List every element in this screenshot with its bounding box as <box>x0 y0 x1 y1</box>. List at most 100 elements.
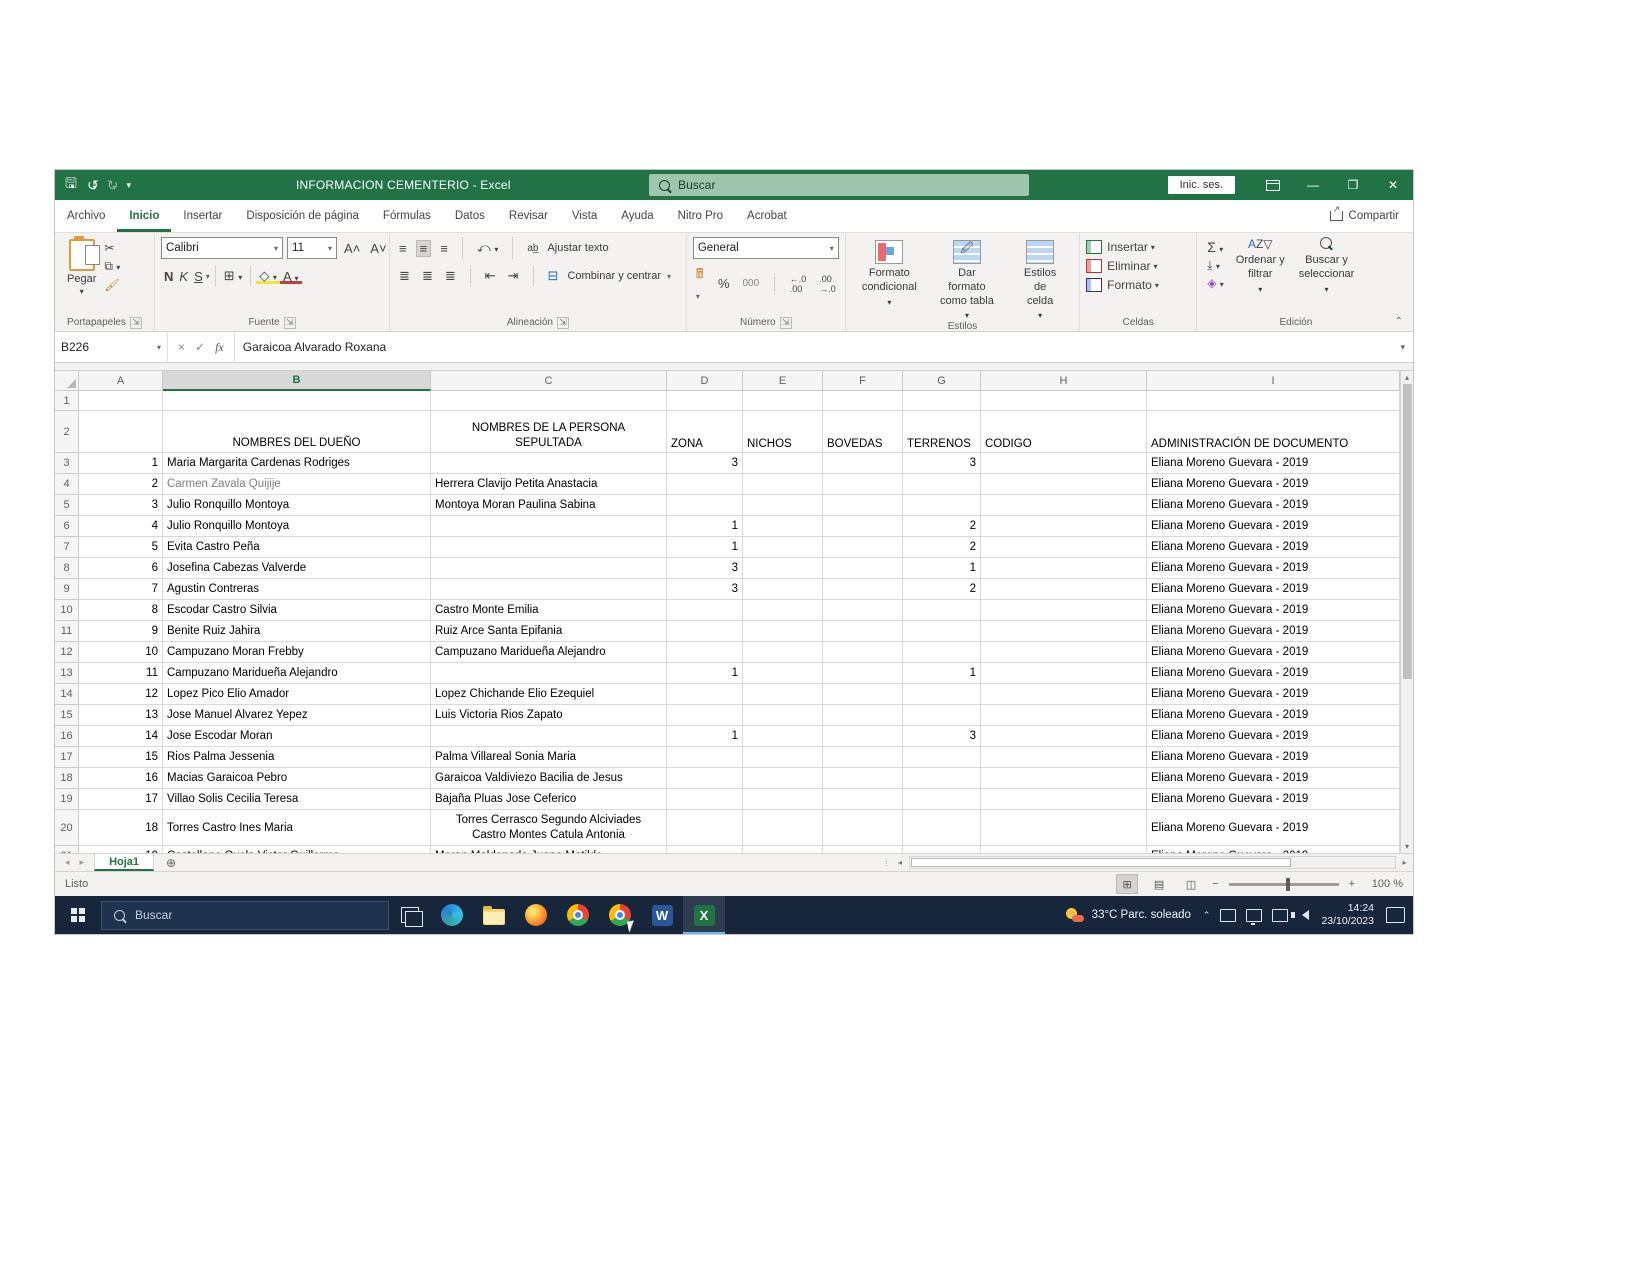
cell-H1[interactable] <box>981 391 1147 411</box>
network-icon[interactable] <box>1272 909 1288 922</box>
cell-E14[interactable] <box>743 684 823 705</box>
cell-C8[interactable] <box>431 558 667 579</box>
cell-B16[interactable]: Jose Escodar Moran <box>163 726 431 747</box>
italic-button[interactable]: K <box>176 269 191 284</box>
cell-H15[interactable] <box>981 705 1147 726</box>
cell-D7[interactable]: 1 <box>667 537 743 558</box>
cell-H10[interactable] <box>981 600 1147 621</box>
ribbon-tab-vista[interactable]: Vista <box>560 200 609 232</box>
row-header-19[interactable]: 19 <box>55 789 79 810</box>
cell-E1[interactable] <box>743 391 823 411</box>
cell-C6[interactable] <box>431 516 667 537</box>
percent-icon[interactable]: % <box>715 276 733 291</box>
row-header-14[interactable]: 14 <box>55 684 79 705</box>
cell-H2[interactable]: CODIGO <box>981 411 1147 453</box>
tab-splitter-handle[interactable]: ⁞ <box>881 858 892 868</box>
wrap-text-label[interactable]: Ajustar texto <box>547 242 608 254</box>
zoom-slider[interactable] <box>1229 883 1339 886</box>
cell-D20[interactable] <box>667 810 743 846</box>
cell-E19[interactable] <box>743 789 823 810</box>
cell-E6[interactable] <box>743 516 823 537</box>
cut-icon[interactable]: ✂ <box>104 241 120 255</box>
cell-A8[interactable]: 6 <box>79 558 163 579</box>
cell-H17[interactable] <box>981 747 1147 768</box>
vertical-scroll-thumb[interactable] <box>1403 384 1412 679</box>
cell-G9[interactable]: 2 <box>903 579 981 600</box>
zoom-level[interactable]: 100 % <box>1365 878 1403 890</box>
delete-cells-button[interactable]: Eliminar▾ <box>1086 259 1157 273</box>
volume-icon[interactable] <box>1302 910 1309 920</box>
cell-G17[interactable] <box>903 747 981 768</box>
cell-E21[interactable] <box>743 846 823 853</box>
cell-F14[interactable] <box>823 684 903 705</box>
cell-C15[interactable]: Luis Victoria Rios Zapato <box>431 705 667 726</box>
cell-D17[interactable] <box>667 747 743 768</box>
increase-decimal-icon[interactable]: ←.0.00 <box>787 274 810 294</box>
decrease-indent-icon[interactable]: ⇤ <box>482 268 499 284</box>
number-dialog-launcher[interactable]: ⇲ <box>780 317 792 329</box>
taskbar-weather[interactable]: 33°C Parc. soleado <box>1066 908 1191 922</box>
cell-F1[interactable] <box>823 391 903 411</box>
normal-view-icon[interactable]: ⊞ <box>1116 874 1138 894</box>
cell-D9[interactable]: 3 <box>667 579 743 600</box>
format-painter-icon[interactable]: 🖌 <box>104 278 120 292</box>
sort-filter-button[interactable]: AZ▽ Ordenar y filtrar▾ <box>1230 237 1291 294</box>
cell-A21[interactable]: 19 <box>79 846 163 853</box>
tray-expand-icon[interactable]: ⌃ <box>1203 910 1211 921</box>
ribbon-tab-acrobat[interactable]: Acrobat <box>735 200 799 232</box>
column-header-G[interactable]: G <box>903 371 981 391</box>
cell-B11[interactable]: Benite Ruiz Jahira <box>163 621 431 642</box>
cell-D16[interactable]: 1 <box>667 726 743 747</box>
cell-H3[interactable] <box>981 453 1147 474</box>
cell-C14[interactable]: Lopez Chichande Elio Ezequiel <box>431 684 667 705</box>
redo-icon[interactable]: ↻▾ <box>107 177 117 194</box>
cell-B18[interactable]: Macias Garaicoa Pebro <box>163 768 431 789</box>
cell-H11[interactable] <box>981 621 1147 642</box>
row-header-7[interactable]: 7 <box>55 537 79 558</box>
merge-center-icon[interactable]: ⊟ <box>545 268 562 284</box>
prev-sheet-icon[interactable]: ◂ <box>65 857 70 868</box>
cell-C12[interactable]: Campuzano Maridueña Alejandro <box>431 642 667 663</box>
cell-C3[interactable] <box>431 453 667 474</box>
cell-G15[interactable] <box>903 705 981 726</box>
cell-I13[interactable]: Eliana Moreno Guevara - 2019 <box>1147 663 1400 684</box>
cell-D18[interactable] <box>667 768 743 789</box>
cell-E8[interactable] <box>743 558 823 579</box>
cell-B13[interactable]: Campuzano Maridueña Alejandro <box>163 663 431 684</box>
sheet-tab-hoja1[interactable]: Hoja1 <box>94 854 154 871</box>
accounting-format-icon[interactable]: 🖩 ▾ <box>693 265 708 302</box>
cell-A17[interactable]: 15 <box>79 747 163 768</box>
cell-B20[interactable]: Torres Castro Ines Maria <box>163 810 431 846</box>
cell-B9[interactable]: Agustin Contreras <box>163 579 431 600</box>
column-header-C[interactable]: C <box>431 371 667 391</box>
cell-D14[interactable] <box>667 684 743 705</box>
save-icon[interactable]: 🖫 <box>65 173 77 197</box>
zoom-slider-thumb[interactable] <box>1286 878 1290 891</box>
cell-B19[interactable]: Villao Solis Cecilia Teresa <box>163 789 431 810</box>
cell-H7[interactable] <box>981 537 1147 558</box>
align-left-icon[interactable]: ≣ <box>396 268 413 284</box>
edge-taskbar-button[interactable] <box>431 896 473 934</box>
cell-A15[interactable]: 13 <box>79 705 163 726</box>
cell-A12[interactable]: 10 <box>79 642 163 663</box>
autosum-icon[interactable]: Σ ▾ <box>1207 239 1224 255</box>
page-layout-view-icon[interactable]: ▤ <box>1148 874 1170 894</box>
cell-D1[interactable] <box>667 391 743 411</box>
cell-F7[interactable] <box>823 537 903 558</box>
clipboard-dialog-launcher[interactable]: ⇲ <box>130 317 142 329</box>
cell-C11[interactable]: Ruiz Arce Santa Epifania <box>431 621 667 642</box>
paste-button[interactable]: Pegar▾ <box>61 237 102 298</box>
insert-cells-button[interactable]: Insertar▾ <box>1086 240 1155 254</box>
confirm-entry-icon[interactable]: ✓ <box>195 340 205 354</box>
cell-I15[interactable]: Eliana Moreno Guevara - 2019 <box>1147 705 1400 726</box>
cell-D11[interactable] <box>667 621 743 642</box>
cell-G5[interactable] <box>903 495 981 516</box>
row-header-15[interactable]: 15 <box>55 705 79 726</box>
cell-B17[interactable]: Rios Palma Jessenia <box>163 747 431 768</box>
cell-I10[interactable]: Eliana Moreno Guevara - 2019 <box>1147 600 1400 621</box>
cell-A11[interactable]: 9 <box>79 621 163 642</box>
cell-A3[interactable]: 1 <box>79 453 163 474</box>
cell-I14[interactable]: Eliana Moreno Guevara - 2019 <box>1147 684 1400 705</box>
align-bottom-icon[interactable]: ≡ <box>437 241 451 256</box>
cell-I19[interactable]: Eliana Moreno Guevara - 2019 <box>1147 789 1400 810</box>
